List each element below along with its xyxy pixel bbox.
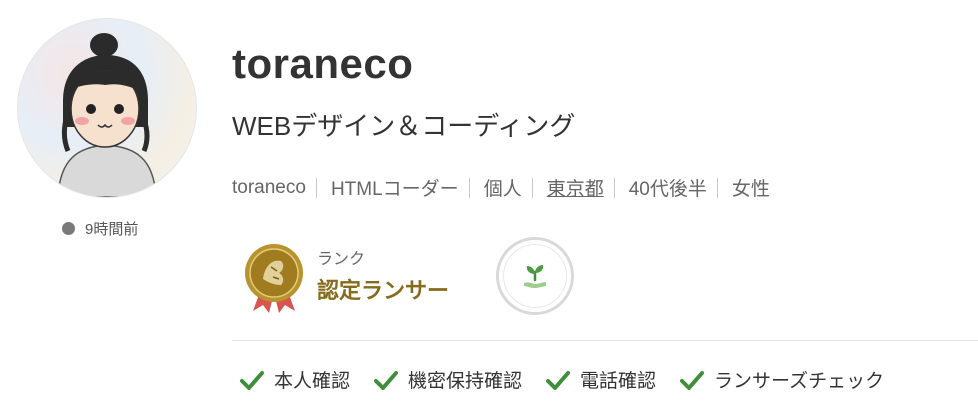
verification-label: 電話確認 — [580, 371, 657, 392]
meta-location-link[interactable]: 東京都 — [547, 174, 604, 201]
check-icon — [374, 370, 399, 390]
presence-status: 9時間前 — [62, 218, 138, 239]
sprout-badge-inner — [503, 244, 567, 308]
tagline: WEBデザイン＆コーディング — [232, 111, 576, 141]
meta-separator — [613, 177, 615, 198]
avatar-illustration — [57, 33, 157, 197]
verification-item: ランサーズチェック — [680, 366, 884, 393]
avatar[interactable] — [17, 18, 197, 198]
rank-label: ランク — [317, 251, 366, 268]
meta-job: HTMLコーダー — [330, 179, 459, 200]
check-icon — [680, 370, 705, 390]
meta-gender: 女性 — [731, 179, 770, 200]
status-dot-icon — [62, 222, 75, 235]
rank-text: ランク 認定ランサー — [317, 251, 449, 305]
meta-type: 個人 — [483, 179, 522, 200]
username: toraneco — [232, 40, 414, 87]
verification-label: ランサーズチェック — [714, 371, 885, 392]
verification-label: 機密保持確認 — [408, 371, 523, 392]
meta-separator — [531, 177, 533, 198]
profile-meta: toraneco HTMLコーダー 個人 東京都 40代後半 女性 — [232, 174, 770, 201]
verification-list: 本人確認 機密保持確認 電話確認 ランサーズチェック — [240, 366, 908, 393]
last-seen-text: 9時間前 — [85, 221, 139, 238]
meta-separator — [716, 177, 718, 198]
verification-label: 本人確認 — [274, 371, 351, 392]
sprout-icon — [524, 265, 546, 288]
check-icon — [546, 370, 571, 390]
meta-separator — [468, 177, 470, 198]
meta-separator — [315, 177, 317, 198]
verification-item: 電話確認 — [546, 366, 656, 393]
verification-item: 機密保持確認 — [374, 366, 522, 393]
sprout-badge[interactable] — [496, 237, 574, 315]
verification-item: 本人確認 — [240, 366, 350, 393]
rank-value: 認定ランサー — [317, 278, 450, 303]
meta-age: 40代後半 — [628, 179, 707, 200]
check-icon — [240, 370, 264, 390]
section-divider — [232, 340, 978, 341]
rank-block[interactable]: ランク 認定ランサー — [243, 243, 449, 313]
rank-medal-icon — [245, 244, 303, 313]
meta-handle: toraneco — [232, 176, 306, 198]
